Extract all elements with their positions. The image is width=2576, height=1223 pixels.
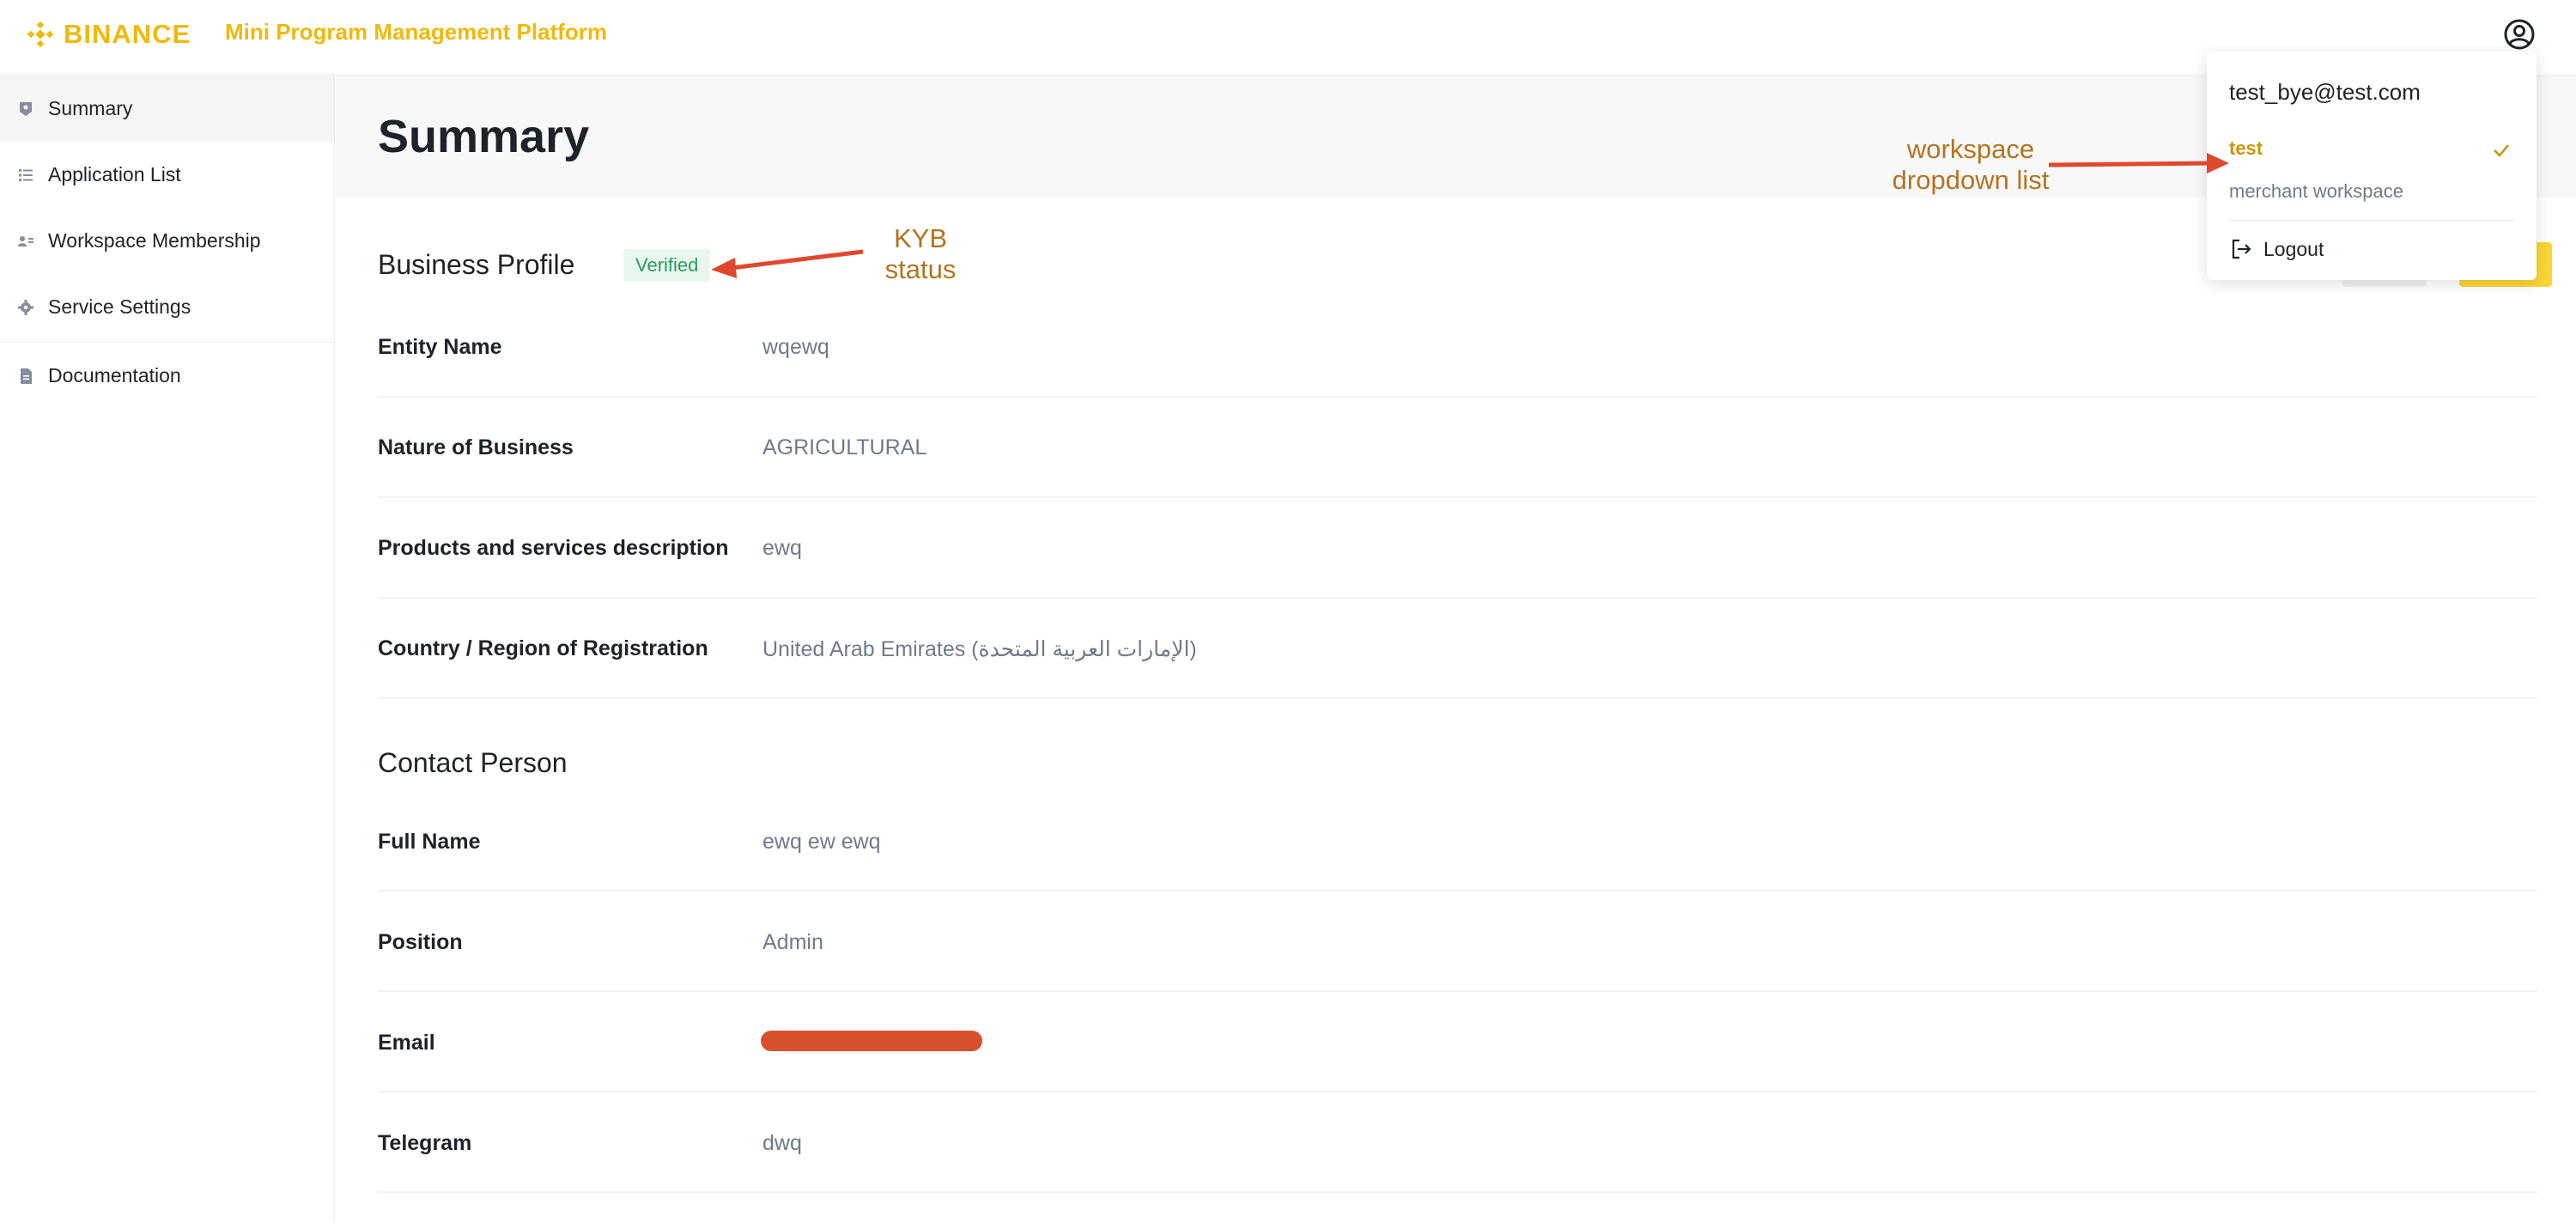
badge-icon: [20, 101, 32, 116]
field-label: Full Name: [378, 830, 481, 854]
platform-title: Mini Program Management Platform: [225, 19, 607, 45]
kyb-arrow-head: [711, 258, 737, 278]
nature-of-business-row: Nature of Business AGRICULTURAL: [378, 398, 2537, 498]
field-value: wqewq: [762, 335, 829, 359]
sidebar-item-workspace-membership[interactable]: Workspace Membership: [0, 208, 334, 274]
logo-text: BINANCE: [64, 19, 191, 49]
kyb-status-annotation: KYB status: [869, 223, 972, 285]
field-value: AGRICULTURAL: [762, 435, 927, 459]
field-value: United Arab Emirates (الإمارات العربية ا…: [762, 637, 1197, 661]
full-name-row: Full Name ewq ew ewq: [378, 791, 2537, 891]
field-label: Email: [378, 1031, 435, 1055]
annotation-line: dropdown list: [1892, 165, 2050, 195]
user-account-icon[interactable]: [2502, 17, 2537, 52]
workspace-option-merchant[interactable]: merchant workspace: [2229, 180, 2403, 203]
sidebar-item-label: Summary: [48, 97, 133, 119]
entity-name-row: Entity Name wqewq: [378, 297, 2537, 398]
position-row: Position Admin: [378, 891, 2537, 992]
sidebar-item-service-settings[interactable]: Service Settings: [0, 274, 334, 340]
annotation-line: status: [884, 254, 957, 284]
binance-logo-icon: [27, 21, 54, 48]
workspace-option-test[interactable]: test: [2229, 137, 2263, 160]
list-icon: [19, 168, 33, 181]
sidebar-item-label: Application List: [48, 163, 181, 186]
sidebar: Summary Application List Workspace Membe…: [0, 76, 335, 1223]
sidebar-item-documentation[interactable]: Documentation: [0, 343, 334, 409]
page-title: Summary: [378, 111, 590, 162]
field-value: Admin: [762, 930, 823, 954]
check-icon: [2494, 144, 2509, 157]
field-label: Products and services description: [378, 536, 729, 560]
logout-label: Logout: [2263, 237, 2324, 260]
email-redaction: [761, 1031, 982, 1051]
logout-button[interactable]: Logout: [2229, 237, 2324, 261]
field-label: Entity Name: [378, 335, 502, 359]
products-description-row: Products and services description ewq: [378, 498, 2537, 599]
sidebar-item-label: Service Settings: [48, 295, 191, 318]
sidebar-item-label: Workspace Membership: [48, 229, 261, 252]
field-value: ewq ew ewq: [762, 830, 881, 854]
annotation-line: KYB: [893, 223, 948, 253]
kyb-arrow: [731, 249, 864, 271]
kyb-status-badge: Verified: [623, 249, 711, 282]
telegram-row: Telegram dwq: [378, 1092, 2537, 1193]
binance-logo[interactable]: BINANCE: [26, 17, 191, 52]
business-profile-title: Business Profile: [378, 249, 575, 280]
account-dropdown: test_bye@test.com test merchant workspac…: [2207, 52, 2537, 280]
top-header: BINANCE Mini Program Management Platform: [0, 0, 2576, 76]
dropdown-divider: [2229, 220, 2514, 221]
field-label: Position: [378, 930, 463, 954]
field-value: ewq: [762, 536, 802, 560]
field-value: dwq: [762, 1131, 802, 1155]
sidebar-item-summary[interactable]: Summary: [0, 76, 334, 142]
field-label: Country / Region of Registration: [378, 636, 708, 660]
field-label: Telegram: [378, 1131, 472, 1155]
members-icon: [18, 235, 33, 246]
contact-person-title: Contact Person: [378, 747, 568, 778]
sidebar-item-label: Documentation: [48, 364, 181, 386]
gear-icon: [18, 299, 33, 315]
document-icon: [21, 368, 32, 384]
field-label: Nature of Business: [378, 435, 574, 459]
sidebar-item-application-list[interactable]: Application List: [0, 142, 334, 208]
workspace-dropdown-annotation: workspace dropdown list: [1872, 134, 2069, 196]
country-registration-row: Country / Region of Registration United …: [378, 599, 2537, 699]
email-row: Email: [378, 992, 2537, 1092]
account-email: test_bye@test.com: [2229, 79, 2421, 105]
annotation-line: workspace: [1906, 134, 2035, 164]
logout-icon: [2232, 239, 2251, 259]
